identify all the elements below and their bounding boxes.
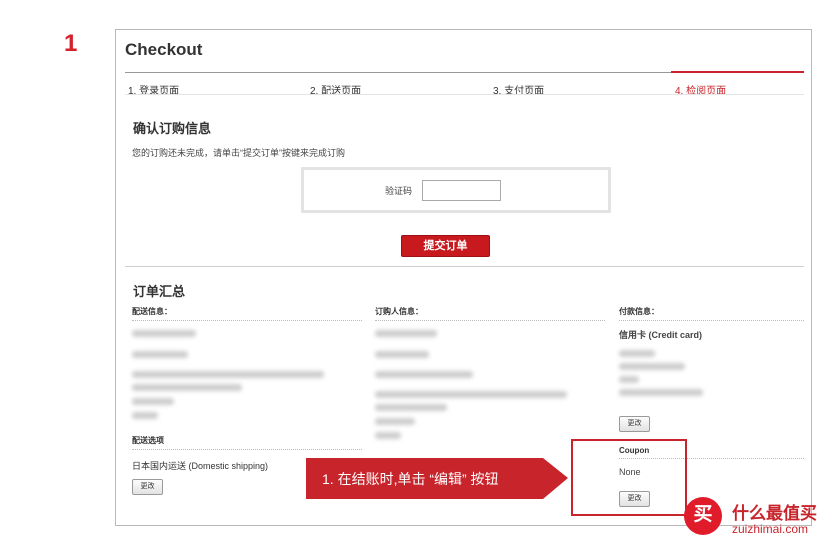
- step-number: 1: [64, 30, 78, 57]
- shipping-option-edit-button[interactable]: 更改: [132, 479, 163, 495]
- blurred-orderer-country: [375, 432, 401, 439]
- blurred-card-type: [619, 350, 655, 357]
- steps-divider: [125, 94, 804, 95]
- watermark-name: 什么最值买: [732, 504, 817, 523]
- captcha-label: 验证码: [385, 186, 413, 196]
- payment-method: 信用卡 (Credit card): [619, 330, 703, 340]
- watermark-logo-icon: 买: [684, 497, 722, 535]
- shipping-option-value: 日本国内运送 (Domestic shipping): [132, 461, 269, 471]
- blurred-shipping-name: [132, 330, 196, 337]
- submit-order-button[interactable]: 提交订单: [401, 235, 490, 257]
- blurred-shipping-address: [132, 371, 324, 378]
- blurred-shipping-address-2: [132, 384, 242, 391]
- shipping-info-heading: 配送信息：: [132, 306, 362, 321]
- shipping-option-heading: 配送选项: [132, 435, 362, 450]
- summary-heading: 订单汇总: [133, 284, 186, 299]
- payment-info-heading: 付款信息：: [619, 306, 804, 321]
- watermark-domain: zuizhimai.com: [732, 522, 809, 536]
- blurred-card-number: [619, 363, 685, 370]
- blurred-orderer-city: [375, 418, 415, 425]
- blurred-shipping-phone: [132, 351, 188, 358]
- blurred-orderer-name: [375, 330, 437, 337]
- blurred-shipping-city: [132, 398, 174, 405]
- blurred-orderer-address: [375, 391, 567, 398]
- confirm-description: 您的订购还未完成，请单击“提交订单”按键来完成订购: [132, 148, 345, 158]
- instruction-callout: 1. 在结账时,单击 “编辑” 按钮: [306, 455, 568, 502]
- site-watermark: 买 什么最值买 zuizhimai.com: [684, 497, 832, 541]
- section-divider: [125, 266, 804, 267]
- blurred-card-expiry: [619, 376, 639, 383]
- blurred-shipping-country: [132, 412, 158, 419]
- blurred-orderer-address-2: [375, 404, 447, 411]
- captcha-box: 验证码: [301, 167, 611, 213]
- active-step-indicator: [671, 71, 804, 73]
- checkout-steps: 1. 登录页面 2. 配送页面 3. 支付页面 4. 检阅页面: [125, 71, 804, 97]
- blurred-orderer-email: [375, 371, 473, 378]
- blurred-orderer-phone: [375, 351, 429, 358]
- orderer-info-heading: 订购人信息：: [375, 306, 605, 321]
- payment-edit-button[interactable]: 更改: [619, 416, 650, 432]
- callout-text: 1. 在结账时,单击 “编辑” 按钮: [322, 471, 499, 487]
- blurred-card-holder: [619, 389, 703, 396]
- coupon-highlight-frame: [571, 439, 687, 516]
- confirm-heading: 确认订购信息: [133, 121, 212, 136]
- page-title: Checkout: [125, 40, 203, 59]
- checkout-panel: Checkout 1. 登录页面 2. 配送页面 3. 支付页面 4. 检阅页面…: [115, 29, 812, 526]
- captcha-input[interactable]: [422, 180, 501, 201]
